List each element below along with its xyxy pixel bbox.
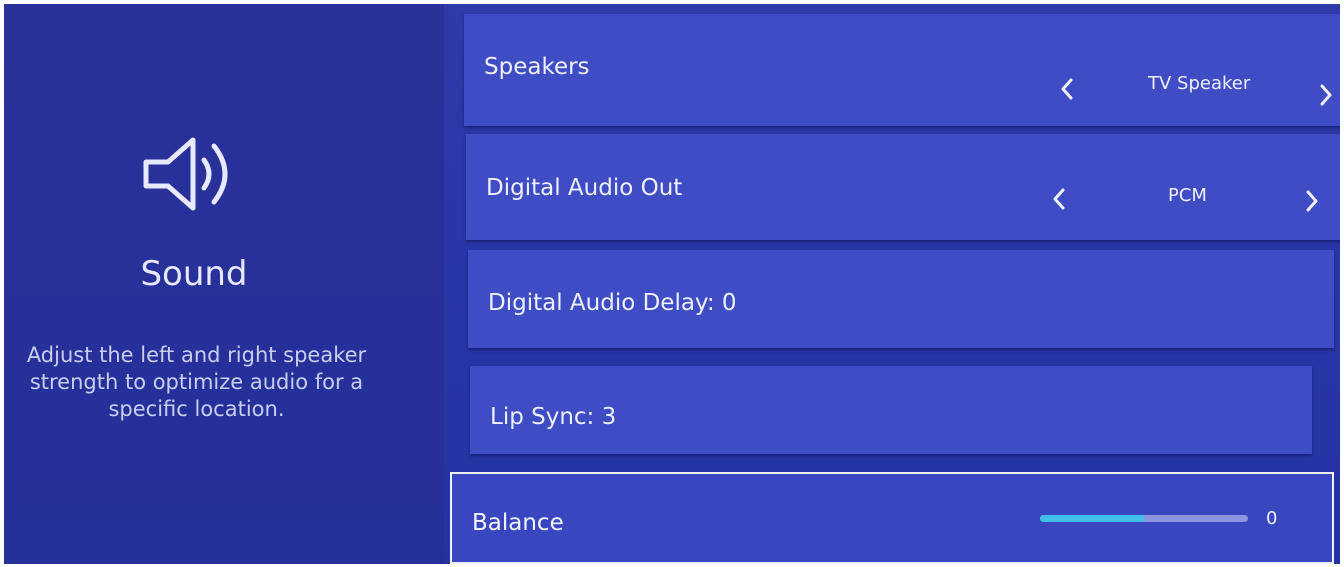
digital-audio-out-label: Digital Audio Out (486, 175, 683, 201)
setting-description: Adjust the left and right speaker streng… (26, 343, 367, 421)
digital-audio-out-setting-row[interactable]: Digital Audio Out PCM (466, 134, 1340, 240)
chevron-right-icon[interactable] (1305, 190, 1319, 212)
chevron-left-icon[interactable] (1052, 188, 1066, 210)
balance-slider-fill (1040, 515, 1144, 522)
digital-audio-delay-setting-row[interactable]: Digital Audio Delay: 0 (468, 250, 1334, 348)
balance-label: Balance (472, 510, 564, 536)
balance-slider[interactable] (1040, 515, 1248, 522)
balance-value: 0 (1266, 508, 1278, 529)
speaker-volume-icon (143, 137, 228, 211)
lip-sync-label: Lip Sync: 3 (490, 404, 617, 430)
speakers-setting-row[interactable]: Speakers TV Speaker (464, 14, 1340, 126)
speakers-value: TV Speaker (1148, 73, 1251, 94)
page-title: Sound (140, 254, 248, 294)
sound-info-panel: Sound Adjust the left and right speaker … (4, 4, 444, 564)
chevron-left-icon[interactable] (1060, 78, 1074, 100)
chevron-right-icon[interactable] (1319, 84, 1333, 106)
lip-sync-setting-row[interactable]: Lip Sync: 3 (470, 366, 1312, 454)
speakers-label: Speakers (484, 54, 590, 80)
digital-audio-delay-label: Digital Audio Delay: 0 (488, 290, 737, 316)
digital-audio-out-value: PCM (1168, 185, 1207, 206)
balance-setting-row[interactable]: Balance 0 (450, 472, 1334, 564)
tv-screen: Sound Adjust the left and right speaker … (4, 4, 1340, 564)
